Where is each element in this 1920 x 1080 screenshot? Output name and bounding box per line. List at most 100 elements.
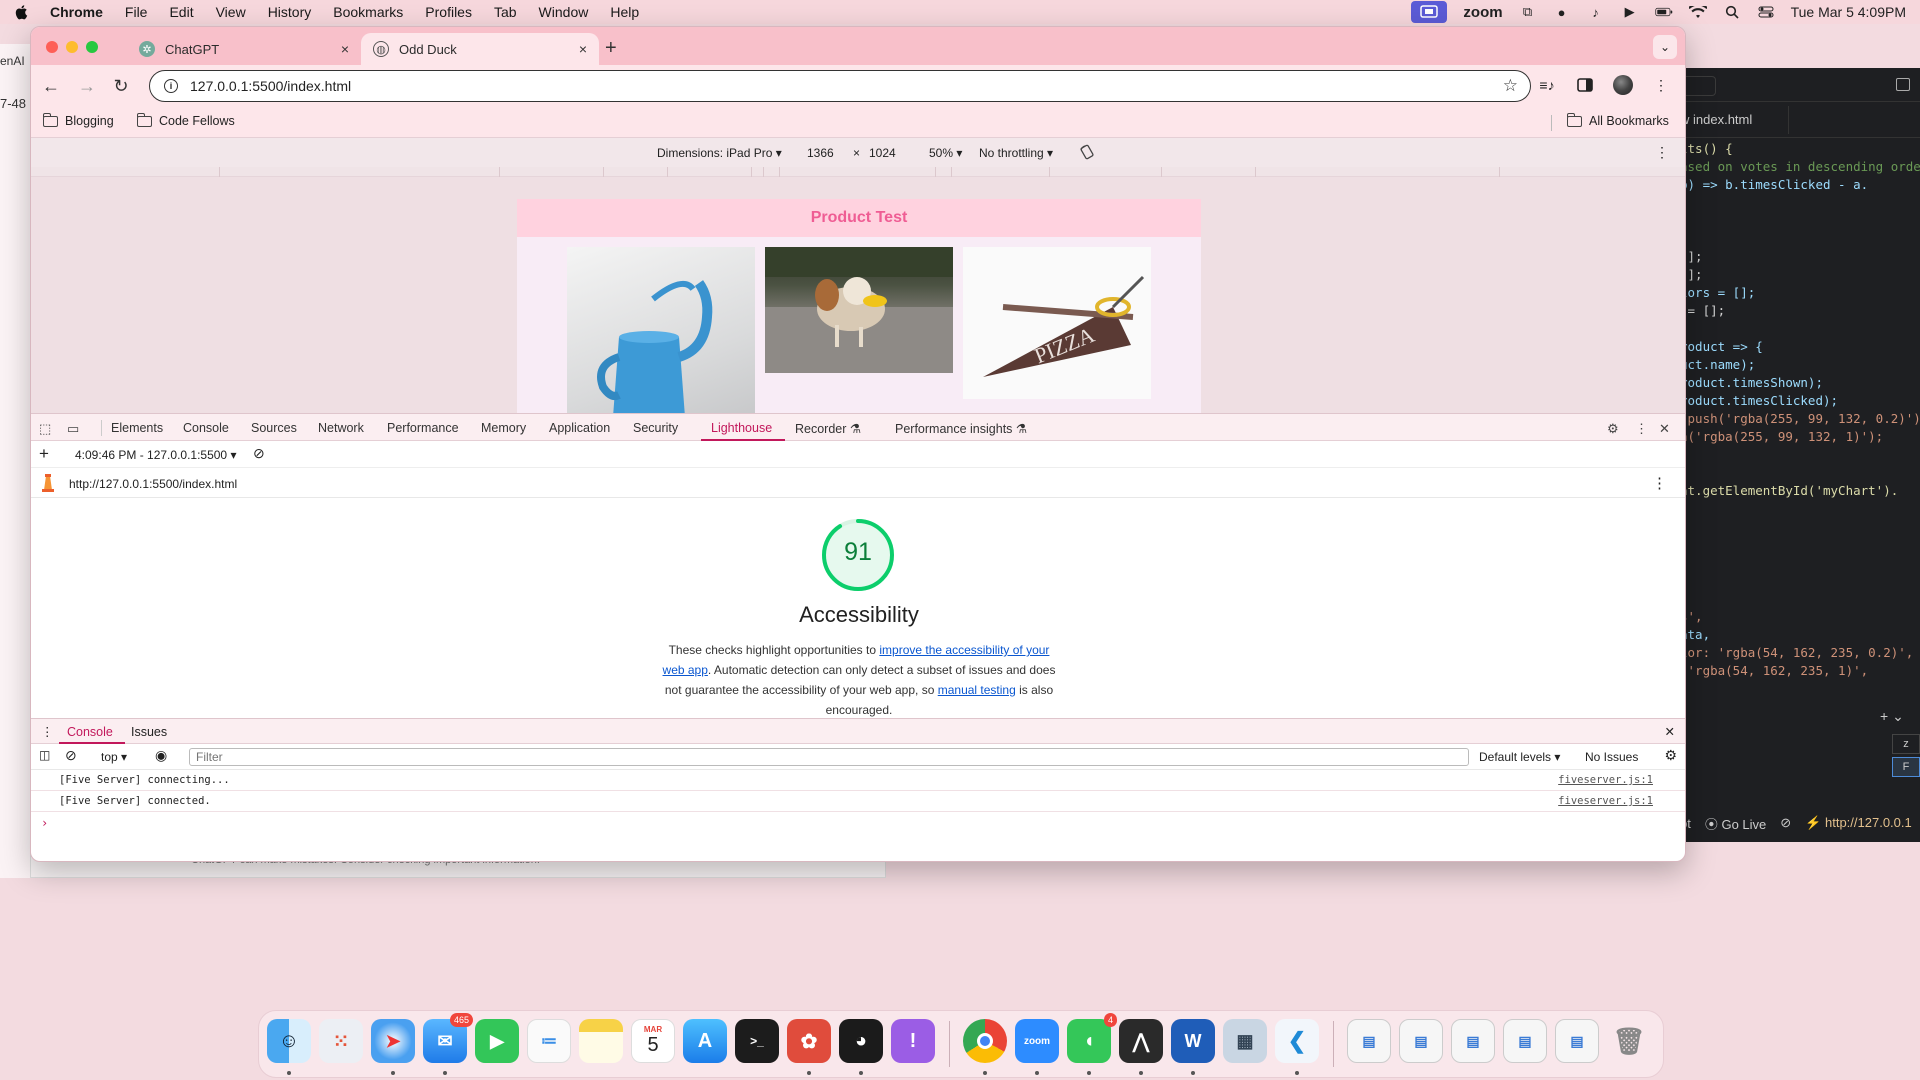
menu-history[interactable]: History [268, 4, 312, 20]
copilot-icon[interactable]: ⊘ [1780, 815, 1791, 831]
device-width-input[interactable]: 1366 [803, 144, 851, 162]
menu-help[interactable]: Help [610, 4, 639, 20]
console-sidebar-icon[interactable]: ◫ [39, 748, 50, 762]
inspect-element-icon[interactable]: ⬚ [39, 421, 51, 437]
safari-icon[interactable]: ➤ [371, 1019, 415, 1063]
new-report-icon[interactable]: + [39, 444, 49, 464]
rotate-icon[interactable] [1079, 144, 1095, 163]
devtools-settings-icon[interactable]: ⚙ [1607, 421, 1619, 437]
zoom-icon[interactable]: zoom [1015, 1019, 1059, 1063]
tab-memory[interactable]: Memory [481, 421, 526, 435]
menu-view[interactable]: View [216, 4, 246, 20]
trash-icon[interactable]: 🗑 [1607, 1019, 1651, 1063]
menu-app-name[interactable]: Chrome [50, 4, 103, 20]
report-menu-icon[interactable]: ⋮ [1652, 474, 1667, 492]
tab-lighthouse[interactable]: Lighthouse [711, 421, 772, 435]
menu-tab[interactable]: Tab [494, 4, 517, 20]
devtools-menu-icon[interactable]: ⋮ [1635, 421, 1648, 437]
recent-window-thumbnail[interactable]: ▤ [1555, 1019, 1599, 1063]
media-control-icon[interactable]: ≡♪ [1537, 75, 1557, 95]
drawer-tab-console[interactable]: Console [67, 725, 113, 739]
reload-button[interactable]: ↻ [111, 76, 131, 97]
context-selector[interactable]: top ▾ [101, 750, 127, 764]
tab-performance[interactable]: Performance [387, 421, 459, 435]
dev-app-icon[interactable]: ✿ [787, 1019, 831, 1063]
new-terminal-icon[interactable]: + ⌄ [1880, 708, 1904, 724]
tab-elements[interactable]: Elements [111, 421, 163, 435]
clear-reports-icon[interactable]: ⊘ [253, 445, 265, 462]
address-bar[interactable]: i 127.0.0.1:5500/index.html ☆ [149, 70, 1531, 102]
vscode-icon[interactable]: ❮ [1275, 1019, 1319, 1063]
mail-icon[interactable]: ✉ 465 [423, 1013, 473, 1063]
launchpad-icon[interactable]: ⁙ [319, 1019, 363, 1063]
vscode-tab-index[interactable]: w index.html [1680, 112, 1752, 127]
finder-icon[interactable]: ☺ [267, 1019, 311, 1063]
device-height-input[interactable]: 1024 [865, 144, 913, 162]
play-icon[interactable]: ▶ [1621, 4, 1639, 19]
console-source-link[interactable]: fiveserver.js:1 [1558, 795, 1653, 807]
toggle-panel-icon[interactable] [1896, 78, 1910, 91]
close-window-button[interactable] [46, 41, 58, 53]
clear-console-icon[interactable]: ⊘ [65, 747, 77, 764]
tab-console[interactable]: Console [183, 421, 229, 435]
issues-counter[interactable]: No Issues [1585, 750, 1638, 764]
console-settings-icon[interactable]: ⚙ [1664, 747, 1677, 764]
zoom-menu-label[interactable]: zoom [1463, 4, 1502, 21]
console-source-link[interactable]: fiveserver.js:1 [1558, 774, 1653, 786]
product-image-watering-can[interactable] [567, 247, 755, 413]
forward-button[interactable]: → [77, 76, 97, 97]
product-image-dog-duck[interactable] [765, 247, 953, 373]
all-bookmarks-button[interactable]: All Bookmarks [1567, 112, 1669, 128]
grammarly-icon[interactable]: ● [1553, 5, 1571, 20]
calendar-icon[interactable]: MAR 5 [631, 1019, 675, 1063]
battery-icon[interactable] [1654, 5, 1673, 19]
menu-edit[interactable]: Edit [169, 4, 193, 20]
feedback-icon[interactable]: ! [891, 1019, 935, 1063]
screen-share-icon[interactable] [1411, 1, 1448, 23]
device-toggle-icon[interactable]: ▭ [67, 421, 79, 437]
terminal-item[interactable]: z [1892, 734, 1920, 754]
log-levels-dropdown[interactable]: Default levels ▾ [1479, 750, 1560, 764]
close-tab-icon[interactable]: × [341, 41, 349, 57]
vscode-editor[interactable]: lts() { ased on votes in descending orde… [1680, 138, 1920, 680]
minimize-window-button[interactable] [66, 41, 78, 53]
menu-profiles[interactable]: Profiles [425, 4, 472, 20]
tab-security[interactable]: Security [633, 421, 678, 435]
menu-window[interactable]: Window [539, 4, 589, 20]
menu-bookmarks[interactable]: Bookmarks [333, 4, 403, 20]
close-tab-icon[interactable]: × [579, 41, 587, 57]
report-selector[interactable]: 4:09:46 PM - 127.0.0.1:5500 ▾ [75, 448, 236, 462]
tab-network[interactable]: Network [318, 421, 364, 435]
bookmark-star-icon[interactable]: ☆ [1503, 76, 1518, 96]
recent-window-thumbnail[interactable]: ▤ [1347, 1019, 1391, 1063]
preview-icon[interactable]: ▦ [1223, 1019, 1267, 1063]
terminal-icon[interactable]: >_ [735, 1019, 779, 1063]
close-drawer-icon[interactable]: ✕ [1665, 724, 1675, 739]
site-info-icon[interactable]: i [164, 79, 178, 93]
drawer-tab-issues[interactable]: Issues [131, 725, 167, 739]
profile-avatar[interactable] [1613, 75, 1633, 95]
chrome-icon[interactable] [963, 1019, 1007, 1063]
spotlight-search-icon[interactable] [1723, 5, 1741, 19]
zoom-dropdown[interactable]: 50% ▾ [929, 146, 962, 160]
notification-icon[interactable]: ♪ [1587, 5, 1605, 20]
console-filter-input[interactable] [189, 748, 1469, 766]
manual-testing-link[interactable]: manual testing [938, 683, 1016, 697]
recent-window-thumbnail[interactable]: ▤ [1451, 1019, 1495, 1063]
tab-sources[interactable]: Sources [251, 421, 297, 435]
wifi-icon[interactable] [1688, 5, 1707, 19]
notes-icon[interactable] [579, 1019, 623, 1063]
device-toolbar-menu-icon[interactable]: ⋮ [1655, 144, 1669, 161]
tab-odd-duck[interactable]: ◍ Odd Duck × [361, 33, 599, 65]
live-server-url[interactable]: ⚡ http://127.0.0.1 [1805, 815, 1912, 831]
control-center-icon[interactable] [1757, 5, 1775, 19]
facetime-icon[interactable]: ▶ [475, 1019, 519, 1063]
devtools-close-icon[interactable]: ✕ [1659, 421, 1670, 437]
emulated-viewport[interactable]: Product Test PIZZA [31, 177, 1685, 413]
app-store-icon[interactable]: A [683, 1019, 727, 1063]
terminal-item[interactable]: F [1892, 757, 1920, 777]
go-live-button[interactable]: ⦿ Go Live [1705, 814, 1766, 833]
media-query-ruler[interactable] [31, 167, 1685, 177]
product-image-pizza-scissors[interactable]: PIZZA [963, 247, 1151, 399]
word-icon[interactable]: W [1171, 1019, 1215, 1063]
